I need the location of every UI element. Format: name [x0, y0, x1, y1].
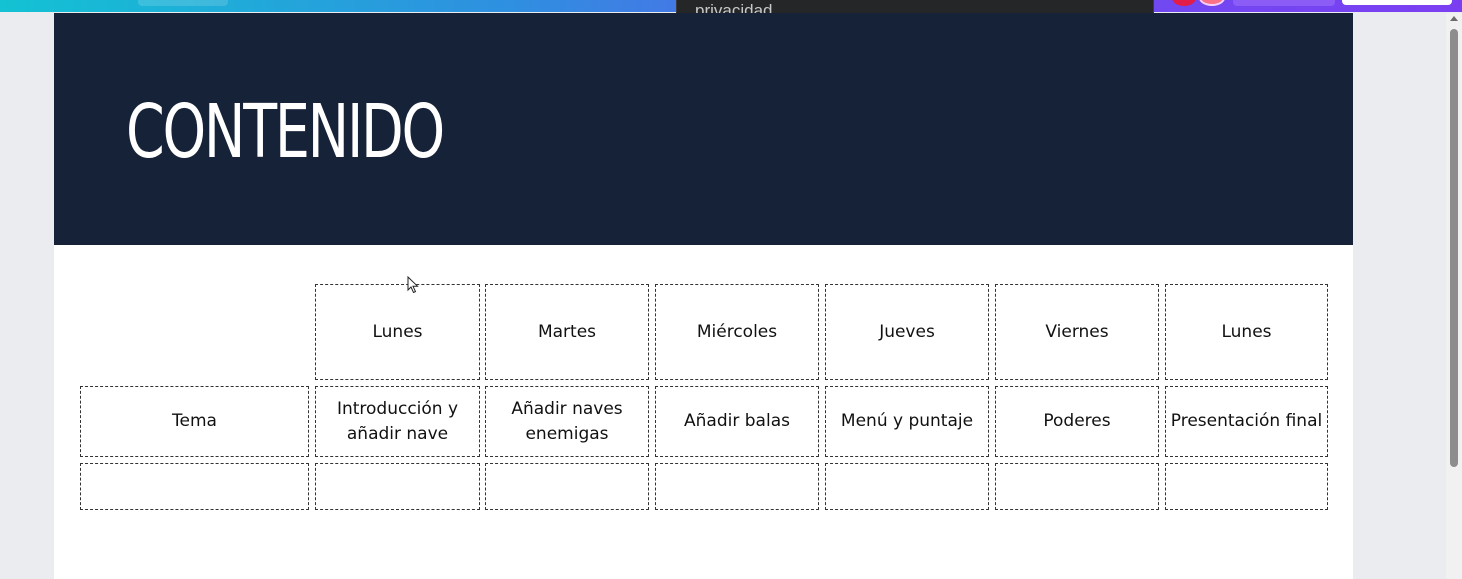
table-cell[interactable]: Introducción y añadir nave [315, 386, 480, 457]
table-cell[interactable] [995, 463, 1159, 510]
scroll-up-arrow-icon[interactable] [1450, 16, 1458, 21]
table-cell[interactable]: Añadir balas [655, 386, 819, 457]
table-cell[interactable]: Añadir naves enemigas [485, 386, 649, 457]
table-cell[interactable] [1165, 463, 1328, 510]
table-cell[interactable] [655, 463, 819, 510]
slide-page[interactable]: CONTENIDO Lunes Martes Miércoles Jueves … [54, 13, 1353, 579]
mouse-cursor-icon [407, 276, 419, 294]
table-cell[interactable]: Presentación final [1165, 386, 1328, 457]
table-cell[interactable] [825, 463, 989, 510]
table-row-label[interactable]: Tema [80, 386, 309, 457]
table-header-cell[interactable]: Jueves [825, 284, 989, 380]
slide-title[interactable]: CONTENIDO [126, 87, 445, 177]
scrollbar-thumb[interactable] [1450, 29, 1458, 467]
table-header-cell[interactable]: Lunes [315, 284, 480, 380]
table-row-label[interactable] [80, 463, 309, 510]
table-cell[interactable] [315, 463, 480, 510]
table-cell[interactable]: Menú y puntaje [825, 386, 989, 457]
share-button[interactable] [1233, 0, 1335, 6]
table-header-cell[interactable]: Martes [485, 284, 649, 380]
table-header-cell[interactable]: Miércoles [655, 284, 819, 380]
publish-button[interactable] [1342, 0, 1452, 5]
toolbar-button[interactable] [138, 0, 228, 6]
slide-header: CONTENIDO [54, 13, 1353, 245]
vertical-scrollbar[interactable] [1446, 13, 1462, 579]
table-header-cell[interactable]: Viernes [995, 284, 1159, 380]
collaborator-avatar[interactable] [1172, 0, 1196, 6]
table-cell[interactable]: Poderes [995, 386, 1159, 457]
collaborator-avatar[interactable] [1199, 0, 1225, 6]
table-header-cell[interactable]: Lunes [1165, 284, 1328, 380]
table-cell[interactable] [485, 463, 649, 510]
